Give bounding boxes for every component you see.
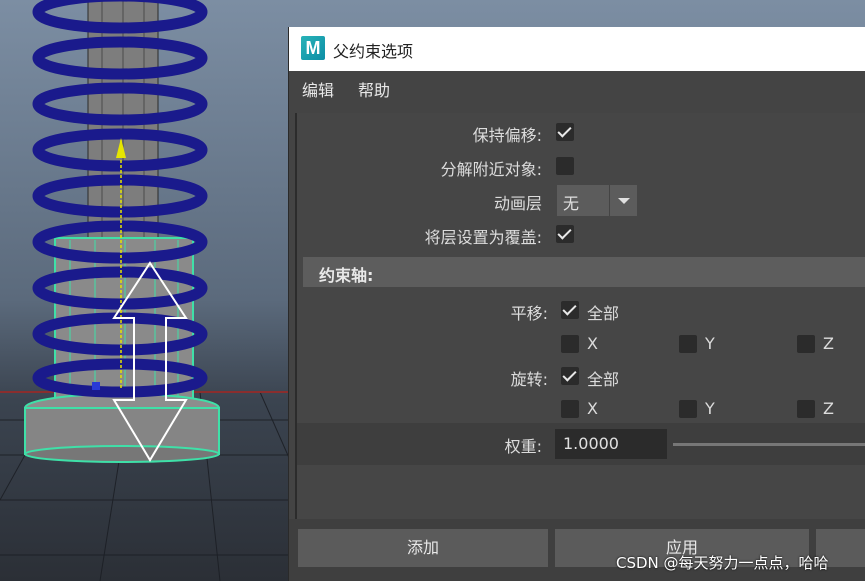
- translate-all-checkbox[interactable]: [561, 301, 579, 319]
- rotate-z-label: Z: [823, 399, 834, 418]
- decompose-target-label: 分解附近对象:: [440, 160, 542, 179]
- rotate-y-checkbox[interactable]: [679, 400, 697, 418]
- translate-y-checkbox[interactable]: [679, 335, 697, 353]
- window-title: 父约束选项: [333, 42, 414, 61]
- rotate-z-checkbox[interactable]: [797, 400, 815, 418]
- base-bottom: [24, 445, 220, 463]
- maintain-offset-label: 保持偏移:: [472, 126, 542, 145]
- rotate-label: 旋转:: [510, 370, 548, 389]
- weight-input[interactable]: 1.0000: [555, 429, 667, 459]
- constraint-axes-header[interactable]: 约束轴:: [303, 257, 865, 287]
- parent-constraint-options-dialog: M 父约束选项 编辑 帮助 保持偏移: 分解附近对象: 动画层 无 将层设置为覆…: [288, 27, 865, 581]
- translate-y-label: Y: [705, 334, 715, 353]
- layer-override-label: 将层设置为覆盖:: [424, 228, 542, 247]
- weight-slider[interactable]: [673, 443, 865, 446]
- rotate-all-label: 全部: [587, 370, 620, 389]
- pivot-handle: [92, 382, 100, 390]
- anim-layer-value: 无: [563, 194, 580, 213]
- decompose-target-checkbox[interactable]: [556, 157, 574, 175]
- rotate-x-label: X: [587, 399, 598, 418]
- maya-app-icon: M: [301, 36, 325, 60]
- rotate-all-checkbox[interactable]: [561, 367, 579, 385]
- options-panel: 保持偏移: 分解附近对象: 动画层 无 将层设置为覆盖: 约束轴: 平移: 全部…: [295, 113, 865, 519]
- rotate-x-checkbox[interactable]: [561, 400, 579, 418]
- add-button[interactable]: 添加: [298, 529, 548, 567]
- translate-label: 平移:: [510, 304, 548, 323]
- menu-help[interactable]: 帮助: [358, 77, 390, 101]
- title-bar[interactable]: M 父约束选项: [289, 27, 865, 71]
- translate-z-label: Z: [823, 334, 834, 353]
- anim-layer-select[interactable]: 无: [557, 185, 637, 216]
- layer-override-checkbox[interactable]: [556, 225, 574, 243]
- translate-x-label: X: [587, 334, 598, 353]
- chevron-down-icon[interactable]: [609, 185, 637, 216]
- translate-all-label: 全部: [587, 304, 620, 323]
- constraint-axes-title: 约束轴:: [319, 266, 374, 285]
- rotate-y-label: Y: [705, 399, 715, 418]
- translate-x-checkbox[interactable]: [561, 335, 579, 353]
- menu-bar: 编辑 帮助: [289, 71, 865, 103]
- maintain-offset-checkbox[interactable]: [556, 123, 574, 141]
- watermark: CSDN @每天努力一点点，哈哈: [616, 554, 829, 572]
- weight-label: 权重:: [504, 437, 542, 456]
- menu-edit[interactable]: 编辑: [302, 77, 334, 101]
- translate-z-checkbox[interactable]: [797, 335, 815, 353]
- anim-layer-label: 动画层: [493, 194, 542, 213]
